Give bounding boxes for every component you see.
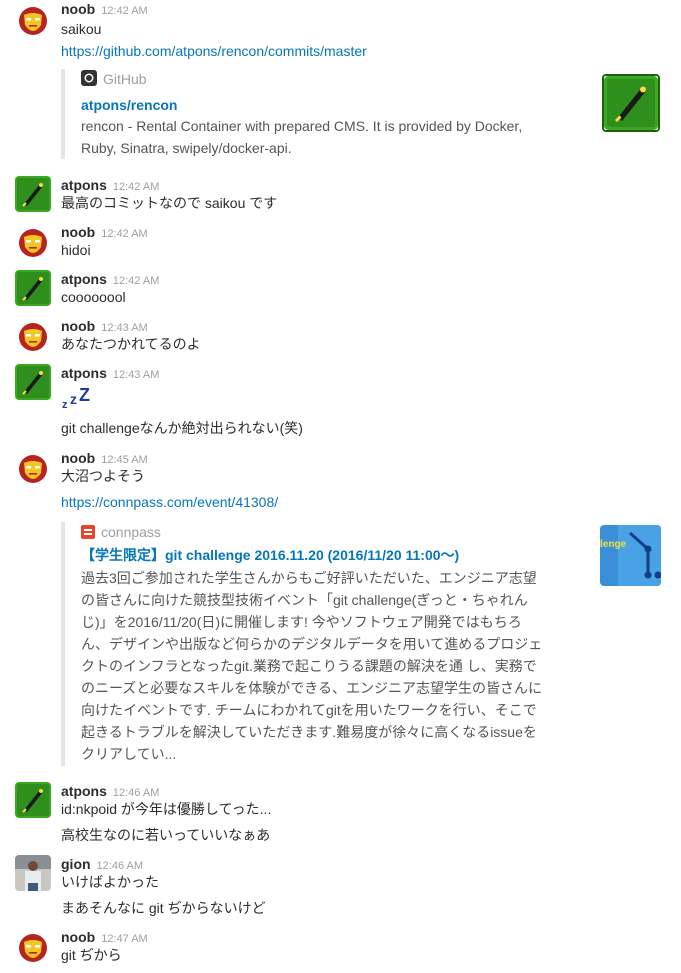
- message-text: git ぢから: [61, 947, 122, 963]
- message-text: 高校生なのに若いっていいなぁあ: [61, 827, 271, 843]
- timestamp[interactable]: 12:42 AM: [101, 5, 147, 17]
- noob-avatar-icon[interactable]: [15, 451, 51, 487]
- username[interactable]: atpons: [61, 783, 107, 799]
- noob-avatar-icon[interactable]: [15, 319, 51, 355]
- message-text: saikou: [61, 21, 102, 37]
- timestamp[interactable]: 12:43 AM: [101, 322, 147, 334]
- timestamp[interactable]: 12:42 AM: [101, 228, 147, 240]
- username[interactable]: noob: [61, 929, 95, 945]
- message-text: coooooool: [61, 289, 126, 305]
- atpons-avatar-icon[interactable]: [15, 782, 51, 818]
- attachment-thumbnail[interactable]: lenge: [600, 525, 661, 586]
- username[interactable]: noob: [61, 450, 95, 466]
- attachment-title[interactable]: 【学生限定】git challenge 2016.11.20 (2016/11/…: [81, 545, 459, 565]
- svg-text:Z: Z: [79, 386, 90, 405]
- message-link[interactable]: https://connpass.com/event/41308/: [61, 492, 278, 512]
- noob-avatar-icon[interactable]: [15, 3, 51, 39]
- timestamp[interactable]: 12:43 AM: [113, 369, 159, 381]
- atpons-avatar-icon[interactable]: [15, 270, 51, 306]
- message-text: git challengeなんか絶対出られない(笑): [61, 420, 303, 436]
- message-text: あなたつかれてるのよ: [61, 336, 201, 352]
- attachment-description: rencon - Rental Container with prepared …: [81, 118, 523, 156]
- timestamp[interactable]: 12:42 AM: [113, 181, 159, 193]
- username[interactable]: atpons: [61, 177, 107, 193]
- message-link[interactable]: https://github.com/atpons/rencon/commits…: [61, 41, 367, 61]
- attachment-github: GitHub atpons/rencon rencon - Rental Con…: [61, 69, 601, 159]
- thumbnail-text: lenge: [600, 539, 627, 550]
- message-text: id:nkpoid が今年は優勝してった...: [61, 801, 272, 817]
- atpons-avatar-icon[interactable]: [15, 176, 51, 212]
- atpons-avatar-icon[interactable]: [15, 364, 51, 400]
- svg-text:z: z: [70, 391, 77, 407]
- message-text: 大沼つよそう: [61, 468, 145, 484]
- username[interactable]: noob: [61, 224, 95, 240]
- username[interactable]: atpons: [61, 271, 107, 287]
- github-icon: [81, 70, 97, 91]
- username[interactable]: gion: [61, 856, 91, 872]
- noob-avatar-icon[interactable]: [15, 225, 51, 261]
- noob-avatar-icon[interactable]: [15, 930, 51, 966]
- attachment-title[interactable]: atpons/rencon: [81, 95, 177, 115]
- message-text: まあそんなに git ぢからないけど: [61, 900, 266, 916]
- gion-avatar[interactable]: [15, 855, 51, 891]
- username[interactable]: noob: [61, 318, 95, 334]
- timestamp[interactable]: 12:42 AM: [113, 275, 159, 287]
- timestamp[interactable]: 12:45 AM: [101, 454, 147, 466]
- timestamp[interactable]: 12:46 AM: [113, 787, 159, 799]
- svg-text:z: z: [62, 399, 68, 410]
- username[interactable]: atpons: [61, 365, 107, 381]
- attachment-service: GitHub: [81, 69, 147, 89]
- attachment-connpass: connpass 【学生限定】git challenge 2016.11.20 …: [61, 522, 601, 766]
- timestamp[interactable]: 12:46 AM: [97, 860, 143, 872]
- attachment-service: connpass: [81, 522, 161, 542]
- username[interactable]: noob: [61, 1, 95, 17]
- timestamp[interactable]: 12:47 AM: [101, 933, 147, 945]
- attachment-description: 過去3回ご参加された学生さんからもご好評いただいた、エンジニア志望 の皆さんに向…: [81, 570, 543, 762]
- zzz-emoji-icon: z z Z: [61, 385, 97, 411]
- connpass-icon: [81, 524, 95, 544]
- message-text: いけばよかった: [61, 874, 159, 890]
- message-text: 最高のコミットなので saikou です: [61, 195, 278, 211]
- attachment-thumbnail[interactable]: [602, 74, 660, 132]
- message-text: hidoi: [61, 242, 91, 258]
